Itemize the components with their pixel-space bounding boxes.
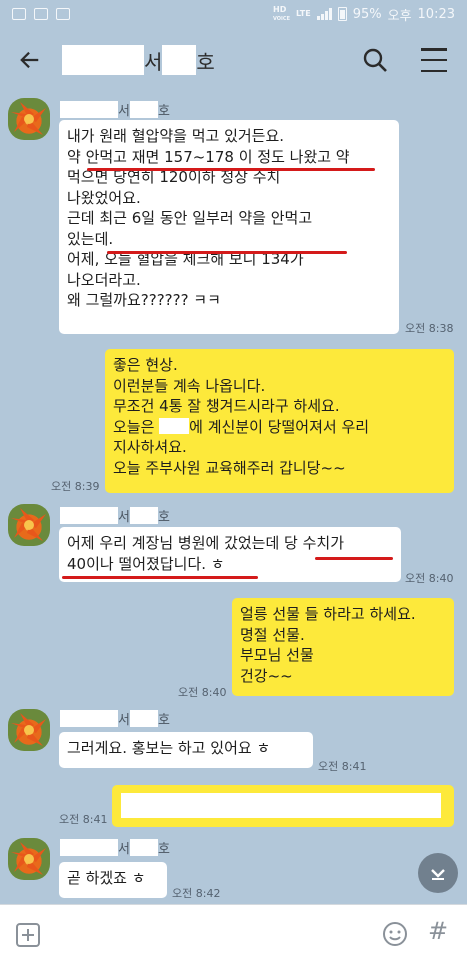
- red-underline: [62, 576, 258, 579]
- chat-header: 서 호: [0, 28, 467, 92]
- message-time: 오전 8:42: [172, 887, 221, 900]
- chat-title: 서: [144, 49, 163, 74]
- chevron-down-icon: [431, 869, 445, 880]
- ampm: 오후: [387, 8, 412, 24]
- check-icon: [56, 8, 70, 20]
- bag-icon: [34, 8, 48, 20]
- title-redaction: [62, 45, 144, 75]
- sender-name: 서호: [60, 506, 170, 525]
- sender-name: 서호: [60, 709, 170, 728]
- avatar[interactable]: [8, 504, 50, 546]
- sender-name: 서호: [60, 100, 170, 119]
- battery-percent: 95%: [352, 6, 382, 22]
- message-bubble[interactable]: 곧 하겠죠 ㅎ: [59, 862, 167, 898]
- message-time: 오전 8:41: [59, 813, 108, 826]
- message-bubble[interactable]: 그러게요. 홍보는 하고 있어요 ㅎ: [59, 732, 313, 768]
- scroll-to-bottom-button[interactable]: [418, 853, 458, 893]
- message-bubble[interactable]: 얼릉 선물 들 하라고 하세요. 명절 선물. 부모님 선물 건강~~: [232, 598, 454, 696]
- avatar[interactable]: [8, 838, 50, 880]
- hashtag-search-button[interactable]: #: [428, 917, 448, 945]
- flower-icon: [11, 508, 46, 541]
- smiley-icon: [383, 922, 407, 946]
- flower-icon: [11, 102, 46, 135]
- search-button[interactable]: [361, 46, 389, 74]
- message-time: 오전 8:40: [178, 686, 227, 699]
- message-time: 오전 8:38: [405, 322, 454, 335]
- red-underline: [107, 251, 347, 254]
- back-button[interactable]: [0, 28, 60, 92]
- status-bar: HD VOICE LTE 95% 오후 10:23: [0, 0, 467, 28]
- lte-indicator: LTE: [296, 9, 311, 18]
- signal-icon: [316, 8, 332, 20]
- avatar[interactable]: [8, 709, 50, 751]
- message-time: 오전 8:41: [318, 760, 367, 773]
- mail-icon: [12, 8, 26, 20]
- message-input-bar: #: [0, 904, 467, 960]
- chat-title-suffix: 호: [196, 49, 215, 74]
- red-underline: [87, 168, 375, 171]
- emoji-button[interactable]: [382, 921, 408, 947]
- flower-icon: [11, 713, 46, 746]
- message-bubble[interactable]: 내가 원래 혈압약을 먹고 있거든요. 약 안먹고 재면 157~178 이 정…: [59, 120, 399, 334]
- sender-name: 서호: [60, 838, 170, 857]
- message-time: 오전 8:39: [51, 480, 100, 493]
- flower-icon: [11, 842, 46, 875]
- notification-icons: [12, 8, 70, 20]
- search-icon: [363, 48, 387, 72]
- clock: 10:23: [417, 6, 455, 22]
- message-time: 오전 8:40: [405, 572, 454, 585]
- menu-button[interactable]: [421, 48, 447, 72]
- redaction-box: [121, 793, 441, 818]
- back-arrow-icon: [20, 51, 39, 69]
- red-underline: [315, 557, 393, 560]
- message-bubble[interactable]: 어제 우리 계장님 병원에 갔었는데 당 수치가 40이나 떨어졌답니다. ㅎ: [59, 527, 401, 582]
- message-bubble[interactable]: 좋은 현상. 이런분들 계속 나옵니다. 무조건 4통 잘 챙겨드시라구 하세요…: [105, 349, 454, 493]
- avatar[interactable]: [8, 98, 50, 140]
- redaction-box: [159, 417, 190, 434]
- attach-plus-button[interactable]: [16, 923, 40, 947]
- hd-voice-indicator: HD VOICE: [273, 4, 290, 22]
- battery-icon: [337, 7, 347, 21]
- title-redaction: [162, 45, 197, 75]
